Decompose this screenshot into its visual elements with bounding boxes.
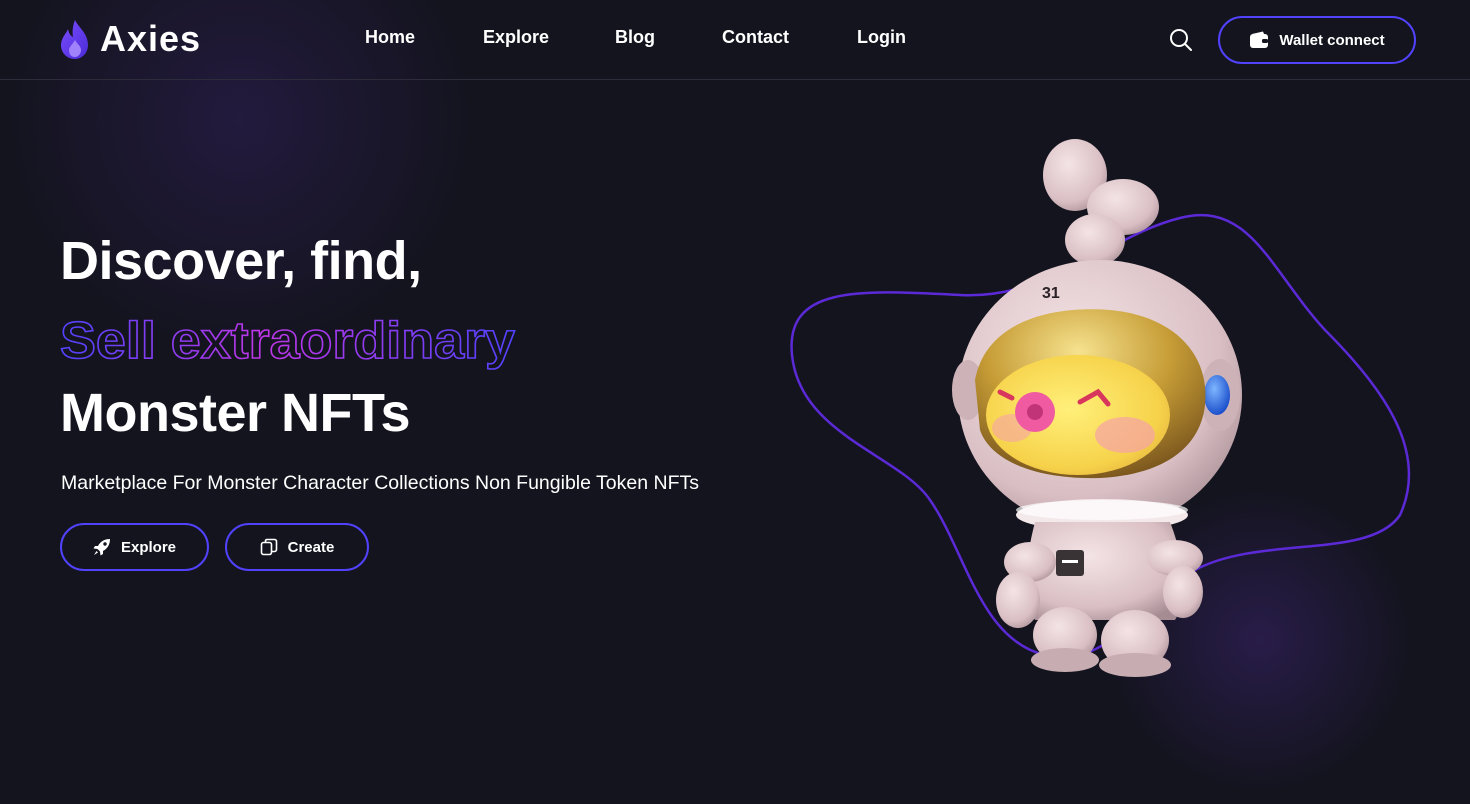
copy-icon	[260, 538, 277, 556]
rocket-icon	[93, 539, 110, 556]
nav-login[interactable]: Login	[857, 27, 906, 48]
hero-subtitle: Marketplace For Monster Character Collec…	[61, 472, 699, 494]
create-button-label: Create	[287, 538, 335, 556]
hero-heading-line-1: Discover, find,	[60, 231, 422, 291]
create-button[interactable]: Create	[225, 523, 369, 571]
landing-page: Axies Home Explore Blog Contact Login Wa…	[0, 0, 1470, 804]
hero-heading-outline: Sell extraordinary	[59, 311, 516, 371]
nav-home[interactable]: Home	[365, 27, 415, 48]
explore-button[interactable]: Explore	[60, 523, 209, 571]
helmet-number: 31	[1042, 285, 1060, 302]
hero-heading-line-2: Sell extraordinary	[60, 312, 515, 370]
wallet-connect-button[interactable]: Wallet connect	[1218, 16, 1416, 64]
nav-blog[interactable]: Blog	[615, 27, 655, 48]
astronaut-monster-illustration: 31	[790, 139, 1411, 677]
explore-button-label: Explore	[120, 538, 177, 556]
nav-explore[interactable]: Explore	[483, 27, 549, 48]
search-button[interactable]	[1168, 27, 1194, 53]
nav-contact[interactable]: Contact	[722, 27, 789, 48]
site-header: Axies Home Explore Blog Contact Login Wa…	[0, 0, 1470, 80]
wallet-connect-label: Wallet connect	[1279, 31, 1385, 49]
hero-heading-line-3: Monster NFTs	[60, 383, 411, 443]
search-icon	[1170, 29, 1192, 51]
wallet-icon	[1250, 31, 1269, 48]
